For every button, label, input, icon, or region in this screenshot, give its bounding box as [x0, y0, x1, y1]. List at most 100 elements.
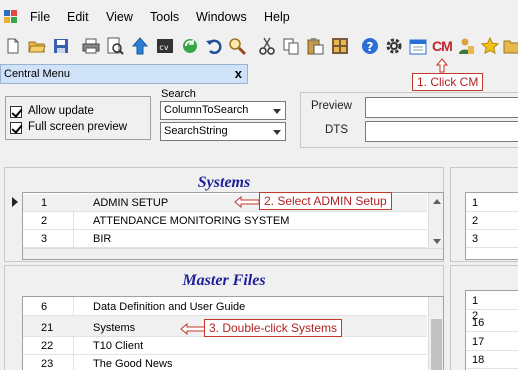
search-string-value: SearchString [164, 125, 228, 137]
search-legend: Search [161, 88, 196, 100]
dts-input[interactable] [365, 121, 518, 142]
row-id: 1 [472, 295, 479, 307]
chevron-down-icon [273, 109, 281, 114]
systems-right-panel: 1 2 3 [450, 167, 518, 262]
full-screen-preview-checkbox[interactable] [10, 122, 22, 134]
scroll-down-icon[interactable] [433, 239, 441, 244]
master-files-title: Master Files [182, 272, 266, 289]
menu-windows[interactable]: Windows [196, 10, 247, 24]
table-row[interactable]: 3 [466, 230, 518, 248]
table-row[interactable]: 2 ATTENDANCE MONITORING SYSTEM [23, 212, 427, 230]
systems-scrollbar[interactable] [428, 193, 443, 248]
row-name: ADMIN SETUP [93, 197, 169, 209]
table-row[interactable]: 1 [466, 194, 518, 212]
row-pointer-icon [12, 197, 18, 207]
row-name: T10 Client [93, 340, 144, 352]
gear-icon[interactable] [385, 37, 403, 55]
new-icon[interactable] [4, 37, 22, 55]
search-string-select[interactable]: SearchString [160, 122, 286, 141]
row-id: 3 [472, 233, 479, 245]
table-row[interactable]: 16 [466, 314, 518, 332]
preview-input[interactable] [365, 97, 518, 118]
scroll-thumb[interactable] [431, 319, 442, 370]
left-arrow-annotation-icon [234, 195, 260, 209]
print-icon[interactable] [82, 37, 100, 55]
cut-icon[interactable] [258, 37, 276, 55]
table-row[interactable]: 3 BIR [23, 230, 427, 248]
print-preview-icon[interactable] [106, 37, 124, 55]
menu-help[interactable]: Help [264, 10, 290, 24]
row-id: 18 [472, 354, 485, 366]
row-id: 2 [472, 215, 479, 227]
svg-text:?: ? [367, 40, 374, 54]
up-arrow-icon[interactable] [131, 37, 149, 55]
table-row[interactable]: 6 Data Definition and User Guide [23, 298, 427, 316]
search-tool-icon[interactable] [228, 37, 246, 55]
undo-icon[interactable] [205, 37, 223, 55]
master-files-panel: Master Files 6 Data Definition and User … [4, 265, 444, 370]
toolbar: cv ? CM [0, 34, 518, 60]
grid-icon[interactable] [331, 37, 349, 55]
row-id: 6 [41, 301, 48, 313]
row-id: 3 [41, 233, 48, 245]
save-icon[interactable] [52, 37, 70, 55]
menu-edit[interactable]: Edit [67, 10, 89, 24]
cm-button[interactable]: CM [432, 37, 453, 55]
menu-tools[interactable]: Tools [150, 10, 179, 24]
up-arrow-annotation-icon [435, 58, 449, 73]
row-id: 23 [41, 358, 54, 370]
preview-label: Preview [311, 100, 352, 112]
full-screen-preview-label: Full screen preview [28, 121, 128, 133]
table-row[interactable]: 17 [466, 333, 518, 351]
allow-update-label: Allow update [28, 105, 94, 117]
row-name: The Good News [93, 358, 173, 370]
row-id: 22 [41, 340, 54, 352]
row-id: 2 [41, 215, 48, 227]
chevron-down-icon [273, 130, 281, 135]
console-icon[interactable]: cv [156, 37, 174, 55]
menu-view[interactable]: View [106, 10, 133, 24]
user-icon[interactable] [457, 37, 475, 55]
table-row[interactable]: 18 [466, 351, 518, 369]
row-id: 16 [472, 317, 485, 329]
copy-icon[interactable] [282, 37, 300, 55]
master-files-right-grid: 1 2 16 17 18 [465, 290, 518, 370]
paste-icon[interactable] [306, 37, 324, 55]
close-icon[interactable]: x [235, 66, 242, 81]
open-folder-icon[interactable] [28, 37, 46, 55]
scroll-up-icon[interactable] [433, 199, 441, 204]
systems-right-grid: 1 2 3 [465, 192, 518, 260]
table-row[interactable]: 23 The Good News [23, 355, 427, 370]
help-icon[interactable]: ? [361, 37, 379, 55]
refresh-icon[interactable] [181, 37, 199, 55]
left-arrow-annotation-icon [180, 322, 206, 336]
folder-icon[interactable] [503, 37, 518, 55]
svg-text:cv: cv [159, 43, 169, 52]
systems-hscroll[interactable] [23, 248, 443, 259]
app-icon[interactable] [4, 10, 18, 24]
allow-update-checkbox[interactable] [10, 106, 22, 118]
column-to-search-value: ColumnToSearch [164, 104, 249, 116]
table-row[interactable]: 22 T10 Client [23, 337, 427, 355]
row-name: BIR [93, 233, 112, 245]
central-menu-panel-header: Central Menu x [0, 64, 248, 84]
step2-callout: 2. Select ADMIN Setup [259, 192, 392, 210]
column-to-search-select[interactable]: ColumnToSearch [160, 101, 286, 120]
preview-group: Preview DTS [300, 92, 518, 148]
star-icon[interactable] [481, 37, 499, 55]
search-group: Search ColumnToSearch SearchString [155, 88, 295, 144]
row-name: Data Definition and User Guide [93, 301, 246, 313]
table-row[interactable]: 1 [466, 292, 518, 310]
step3-callout: 3. Double-click Systems [204, 319, 343, 337]
cm-icon: CM [432, 38, 453, 54]
systems-panel: Systems 1 ADMIN SETUP 2 ATTENDANCE MONIT… [4, 167, 444, 262]
master-files-scrollbar[interactable] [428, 297, 443, 370]
dts-label: DTS [325, 124, 348, 136]
row-id: 1 [41, 197, 48, 209]
master-files-right-panel: 1 2 16 17 18 [450, 265, 518, 370]
row-id: 1 [472, 197, 479, 209]
step1-callout: 1. Click CM [412, 73, 484, 91]
table-row[interactable]: 2 [466, 212, 518, 230]
calendar-icon[interactable] [409, 37, 427, 55]
menu-file[interactable]: File [30, 10, 50, 24]
